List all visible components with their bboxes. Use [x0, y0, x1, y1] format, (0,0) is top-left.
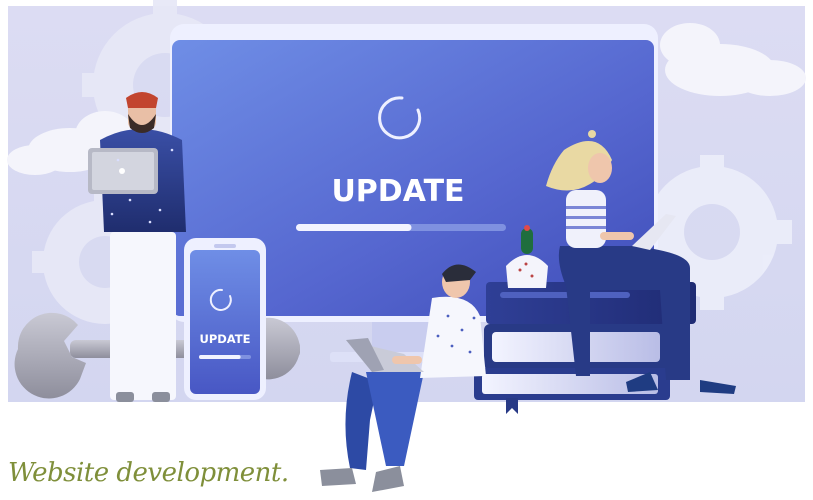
monitor-update-title: UPDATE: [331, 174, 464, 209]
phone-progress-fill: [199, 355, 241, 359]
monitor-progress-fill: [296, 224, 412, 231]
phone-update-title: UPDATE: [199, 332, 250, 346]
caption: Website development.: [8, 458, 289, 488]
illustration: UPDATE UPDATE: [7, 0, 806, 492]
phone: [184, 238, 266, 400]
